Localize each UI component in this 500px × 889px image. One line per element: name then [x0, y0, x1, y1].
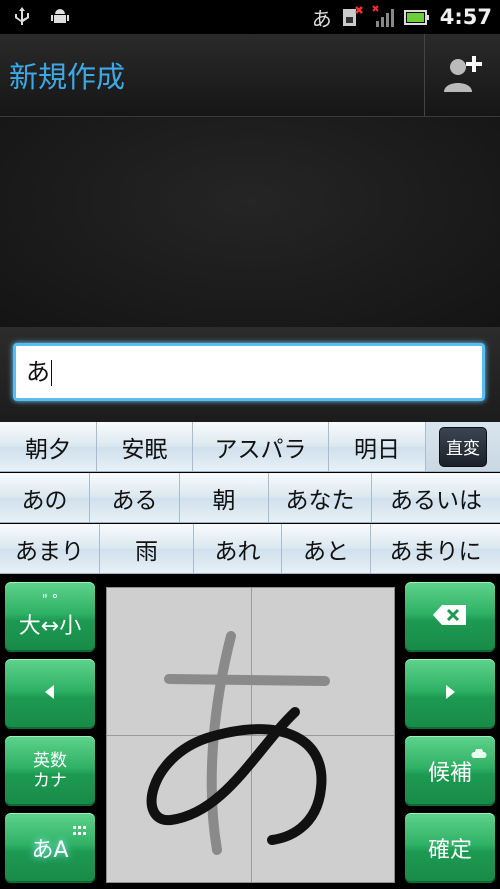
- candidate-item[interactable]: アスパラ: [193, 422, 329, 471]
- battery-icon: [403, 5, 429, 29]
- alnum-kana-key[interactable]: 英数 カナ: [5, 736, 95, 806]
- candidate-item[interactable]: あるいは: [372, 473, 500, 522]
- arrow-left-icon: [40, 682, 60, 706]
- page-title: 新規作成: [9, 60, 126, 94]
- cursor-left-key[interactable]: [5, 659, 95, 729]
- direct-convert-button[interactable]: 直変: [439, 426, 487, 467]
- backspace-key[interactable]: [405, 582, 495, 652]
- handwriting-strokes: [146, 631, 330, 855]
- candidates-key[interactable]: 候補: [405, 736, 495, 806]
- add-contact-icon: [442, 52, 484, 98]
- usb-icon: [10, 5, 34, 29]
- title-bar: 新規作成: [0, 34, 500, 117]
- sim-error-icon: [340, 5, 364, 29]
- grid-dots-icon: [73, 821, 87, 840]
- candidate-item[interactable]: 雨: [100, 524, 194, 573]
- add-contact-button[interactable]: [425, 34, 500, 116]
- candidate-item[interactable]: 明日: [329, 422, 426, 471]
- candidate-item[interactable]: 朝: [180, 473, 269, 522]
- candidates-label: 候補: [427, 761, 472, 786]
- android-debug-icon: [48, 5, 72, 29]
- signal-icon: [372, 5, 396, 29]
- candidate-item[interactable]: あまり: [0, 524, 100, 573]
- backspace-icon: [432, 604, 468, 630]
- message-input-text: あ: [26, 358, 50, 386]
- candidate-item[interactable]: あと: [282, 524, 371, 573]
- message-input[interactable]: あ: [13, 343, 485, 401]
- handwriting-keyboard: " ° 大↔小 英数 カナ あA 候補 確定: [0, 574, 500, 889]
- candidate-item[interactable]: あまりに: [371, 524, 500, 573]
- status-bar: あ 4:57: [0, 0, 500, 34]
- candidate-item[interactable]: あれ: [194, 524, 282, 573]
- message-thread-area: [0, 117, 500, 327]
- candidate-row-1: 朝夕 安眠 アスパラ 明日 直変: [0, 422, 500, 472]
- candidate-item[interactable]: ある: [90, 473, 180, 522]
- candidate-item[interactable]: あなた: [269, 473, 372, 522]
- cursor-right-key[interactable]: [405, 659, 495, 729]
- ime-indicator: あ: [311, 6, 332, 31]
- input-mode-label: あA: [31, 838, 69, 863]
- handwriting-pad[interactable]: [106, 587, 395, 883]
- case-toggle-key[interactable]: " ° 大↔小: [5, 582, 95, 652]
- kana-label: カナ: [33, 771, 67, 791]
- candidate-item[interactable]: 朝夕: [0, 422, 97, 471]
- case-toggle-label: 大↔小: [18, 614, 82, 639]
- candidate-row-3: あまり 雨 あれ あと あまりに: [0, 524, 500, 574]
- candidate-item[interactable]: 安眠: [97, 422, 193, 471]
- convert-cell: 直変: [426, 422, 500, 471]
- text-caret: [51, 360, 52, 386]
- alnum-label: 英数: [33, 751, 67, 771]
- confirm-label: 確定: [427, 838, 472, 863]
- confirm-key[interactable]: 確定: [405, 813, 495, 883]
- cloud-icon: [471, 744, 487, 763]
- input-mode-key[interactable]: あA: [5, 813, 95, 883]
- candidate-row-2: あの ある 朝 あなた あるいは: [0, 473, 500, 523]
- candidate-item[interactable]: あの: [0, 473, 90, 522]
- clock: 4:57: [439, 5, 492, 29]
- arrow-right-icon: [440, 682, 460, 706]
- compose-bar: あ: [0, 327, 500, 422]
- dakuten-marks: " °: [41, 593, 59, 608]
